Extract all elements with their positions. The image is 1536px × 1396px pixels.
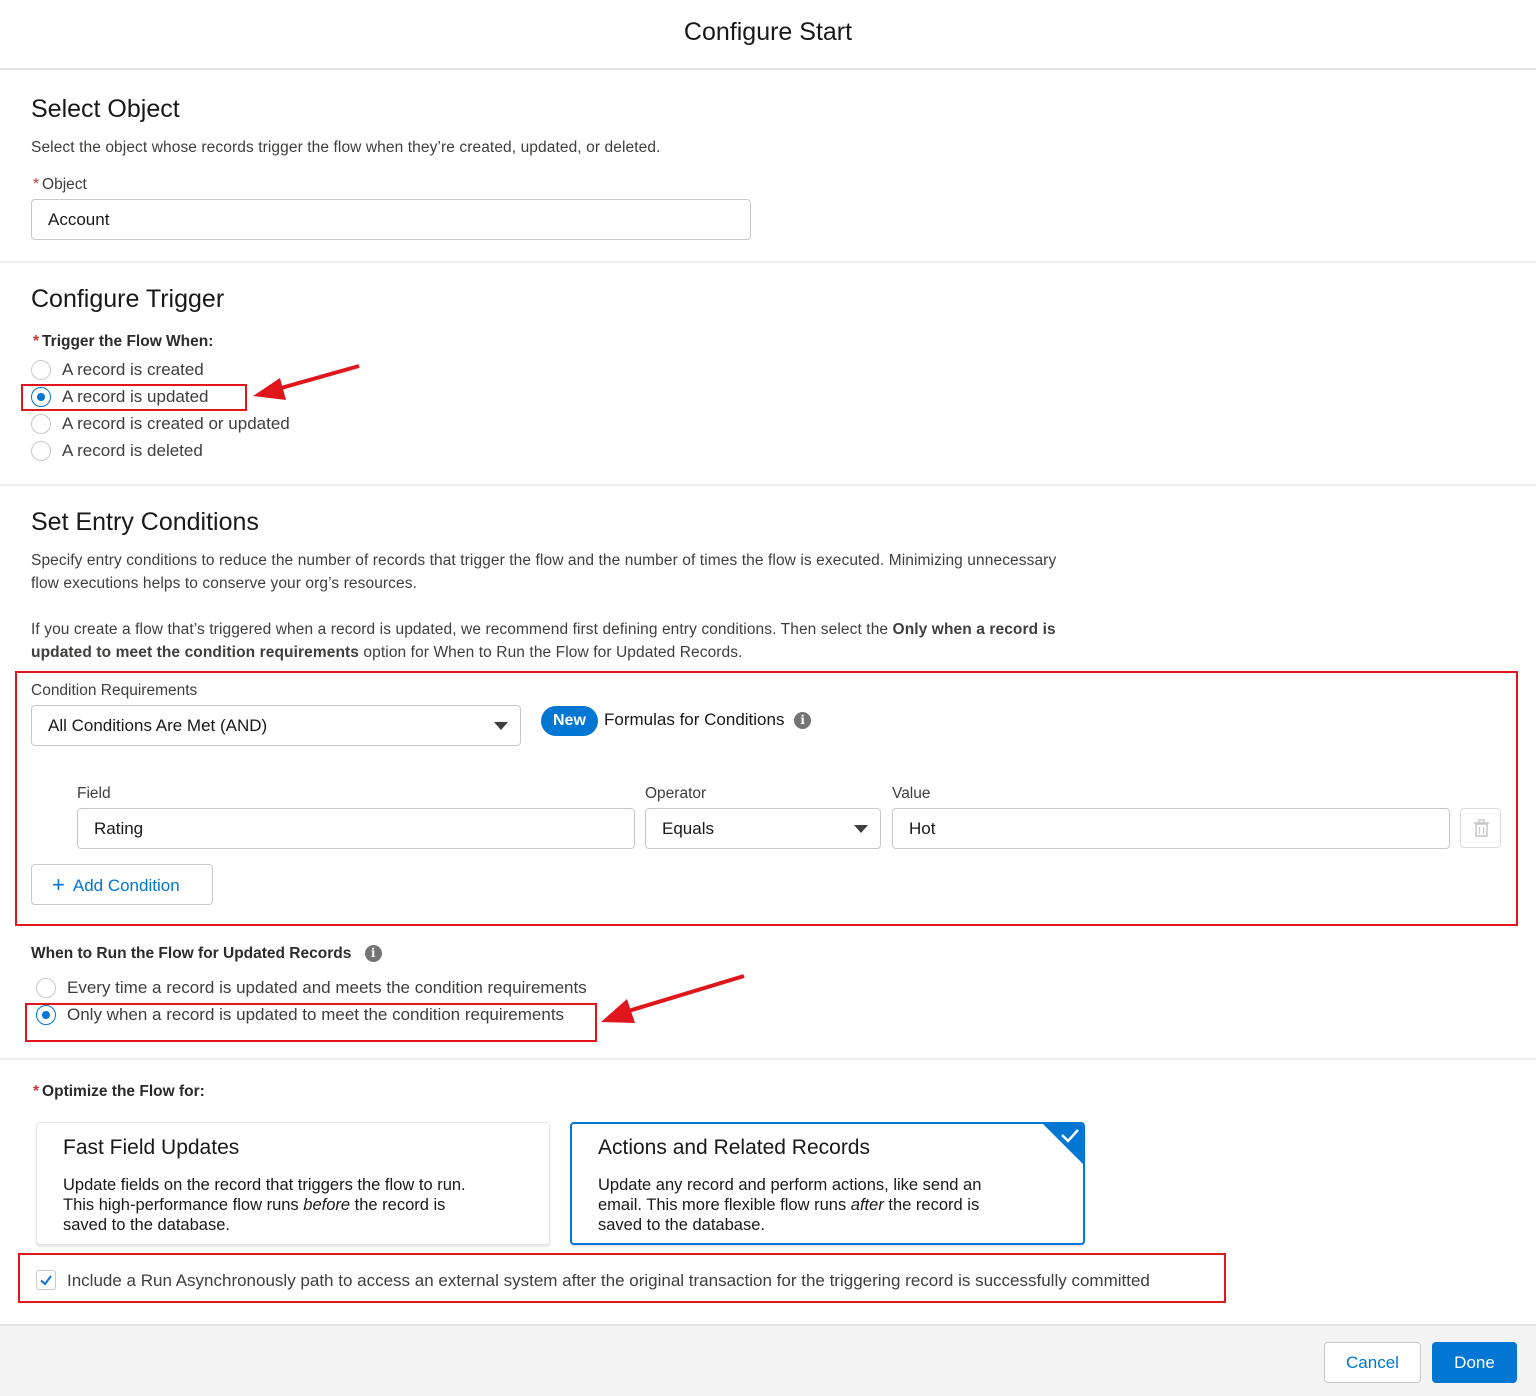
done-button[interactable]: Done [1432, 1342, 1517, 1383]
object-label: * Object [33, 176, 87, 194]
annotation-highlight-box [21, 384, 247, 411]
cancel-button[interactable]: Cancel [1324, 1342, 1421, 1383]
async-checkbox[interactable] [36, 1270, 56, 1290]
when-to-run-label-text: When to Run the Flow for Updated Records [31, 945, 352, 962]
card-title: Actions and Related Records [598, 1136, 870, 1159]
trigger-option-created[interactable]: A record is created [31, 357, 204, 383]
radio-button[interactable] [31, 414, 51, 434]
formulas-label: Formulas for Conditions [604, 710, 785, 729]
when-to-run-option-label: Every time a record is updated and meets… [67, 978, 587, 997]
card-emphasis: before [303, 1196, 351, 1214]
card-description-line: saved to the database. [63, 1216, 230, 1234]
recommendation-bold-text: updated to meet the condition requiremen… [31, 644, 360, 661]
trigger-label-text: Trigger the Flow When: [42, 333, 214, 350]
entry-conditions-recommendation-2: updated to meet the condition requiremen… [31, 641, 743, 664]
value-column-label: Value [892, 785, 931, 802]
add-condition-button[interactable]: + Add Condition [31, 864, 213, 905]
condition-requirements-value: All Conditions Are Met (AND) [48, 716, 268, 735]
card-text: the record is [350, 1196, 446, 1214]
optimize-card-actions-related-records[interactable]: Actions and Related Records Update any r… [570, 1122, 1085, 1245]
add-condition-label: Add Condition [72, 876, 180, 895]
optimize-label-text: Optimize the Flow for: [42, 1083, 205, 1100]
trigger-option-label: A record is created [62, 360, 204, 379]
select-object-heading: Select Object [31, 95, 180, 123]
card-text: the record is [883, 1196, 980, 1214]
required-mark: * [33, 333, 40, 350]
add-icon: + [52, 872, 65, 897]
section-divider [0, 484, 1536, 486]
object-label-text: Object [42, 176, 87, 193]
object-input[interactable]: Account [31, 199, 751, 240]
annotation-highlight-box [25, 1003, 597, 1042]
card-description: Update any record and perform actions, l… [598, 1175, 1068, 1235]
card-description-line: Update any record and perform actions, l… [598, 1176, 982, 1194]
operator-column-label: Operator [645, 785, 707, 802]
card-description-line: Update fields on the record that trigger… [63, 1176, 466, 1194]
selected-check-icon [1043, 1124, 1083, 1164]
chevron-down-icon [494, 722, 508, 730]
recommendation-bold-text: Only when a record is [892, 621, 1056, 638]
entry-conditions-description-2: flow executions helps to conserve your o… [31, 575, 418, 592]
annotation-arrow-icon [601, 974, 745, 1023]
select-object-description: Select the object whose records trigger … [31, 139, 661, 156]
modal-header: Configure Start [0, 0, 1536, 70]
card-text: This high-performance flow runs [63, 1196, 304, 1214]
recommendation-text: option for When to Run the Flow for Upda… [359, 644, 743, 661]
card-description-line: This high-performance flow runs before t… [63, 1195, 543, 1215]
chevron-down-icon [854, 825, 868, 833]
trigger-option-deleted[interactable]: A record is deleted [31, 438, 203, 464]
trigger-option-label: A record is deleted [62, 441, 203, 460]
trigger-option-label: A record is created or updated [62, 414, 290, 433]
required-mark: * [33, 1083, 40, 1100]
condition-requirements-label: Condition Requirements [31, 682, 198, 699]
entry-conditions-description: Specify entry conditions to reduce the n… [31, 552, 1057, 569]
condition-operator-select[interactable]: Equals [645, 808, 881, 849]
section-divider [0, 261, 1536, 263]
card-text: email. This more flexible flow runs [598, 1196, 851, 1214]
info-icon[interactable]: i [794, 712, 812, 730]
card-description: Update fields on the record that trigger… [63, 1175, 543, 1235]
card-title: Fast Field Updates [63, 1136, 240, 1159]
checkmark-icon [40, 1275, 52, 1286]
annotation-arrow-icon [253, 364, 360, 400]
optimize-label: * Optimize the Flow for: [33, 1083, 205, 1101]
modal-title: Configure Start [683, 18, 853, 46]
card-emphasis: after [850, 1196, 884, 1214]
entry-conditions-heading: Set Entry Conditions [31, 508, 259, 536]
card-description-line: saved to the database. [598, 1216, 765, 1234]
condition-requirements-select[interactable]: All Conditions Are Met (AND) [31, 705, 521, 746]
radio-button[interactable] [36, 978, 56, 998]
required-mark: * [33, 176, 40, 193]
entry-conditions-recommendation: If you create a flow that’s triggered wh… [31, 618, 1056, 641]
condition-operator-value: Equals [662, 819, 714, 838]
configure-trigger-heading: Configure Trigger [31, 285, 225, 313]
info-icon[interactable]: i [364, 945, 382, 963]
when-to-run-label: When to Run the Flow for Updated Records… [31, 945, 382, 963]
recommendation-text: If you create a flow that’s triggered wh… [31, 621, 893, 638]
trigger-label: * Trigger the Flow When: [33, 333, 213, 351]
formulas-for-conditions: Formulas for Conditions i [604, 710, 812, 730]
new-badge: New [541, 706, 598, 736]
modal-footer: Cancel Done [0, 1324, 1536, 1396]
condition-field-input[interactable]: Rating [77, 808, 635, 849]
async-checkbox-label: Include a Run Asynchronously path to acc… [67, 1271, 1150, 1290]
condition-value-input[interactable]: Hot [892, 808, 1450, 849]
trash-icon [1474, 819, 1489, 837]
when-to-run-option-every-time[interactable]: Every time a record is updated and meets… [36, 975, 587, 1001]
radio-button[interactable] [31, 360, 51, 380]
delete-condition-button[interactable] [1460, 808, 1501, 848]
section-divider [0, 1058, 1536, 1060]
radio-button[interactable] [31, 441, 51, 461]
trigger-option-created-or-updated[interactable]: A record is created or updated [31, 411, 290, 437]
card-description-line: email. This more flexible flow runs afte… [598, 1195, 1068, 1215]
optimize-card-fast-field-updates[interactable]: Fast Field Updates Update fields on the … [36, 1122, 550, 1245]
field-column-label: Field [77, 785, 111, 802]
